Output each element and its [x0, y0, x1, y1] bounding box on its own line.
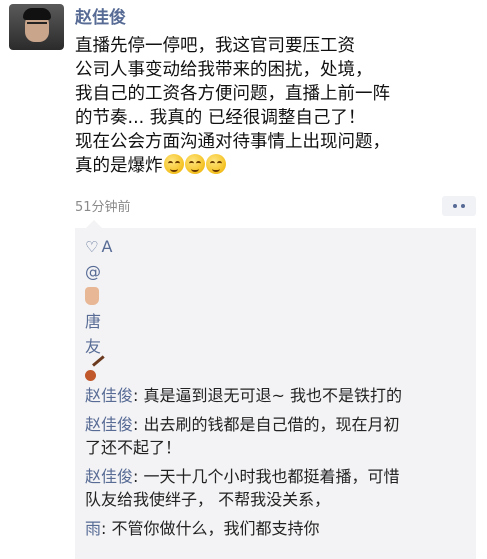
comment-separator: :	[133, 415, 144, 434]
post-line: 公司人事变动给我带来的困扰，处境，	[75, 60, 373, 80]
comment-text: 一天十几个小时我也都挺着播，可惜	[143, 467, 400, 486]
commenter-name[interactable]: 赵佳俊	[85, 467, 133, 486]
comment-item[interactable]: 雨: 不管你做什么，我们都支持你	[85, 517, 470, 540]
heart-outline-icon: ♡	[85, 238, 99, 256]
comment-box-pointer	[86, 220, 102, 228]
post-timestamp: 51分钟前	[75, 200, 131, 215]
post-line-text: 真的是爆炸	[75, 156, 163, 176]
author-name[interactable]: 赵佳俊	[75, 3, 126, 28]
comment-line: 赵佳俊: 出去刷的钱都是自己借的，现在月初	[85, 413, 470, 436]
avatar-glasses	[27, 22, 47, 29]
comment-line: 赵佳俊: 一天十几个小时我也都挺着播，可惜	[85, 465, 470, 488]
liker-name[interactable]: 友	[85, 337, 101, 356]
comment-list: 赵佳俊: 真是逼到退无可退~ 我也不是铁打的 赵佳俊: 出去刷的钱都是自己借的，…	[85, 384, 470, 546]
commenter-name[interactable]: 雨	[85, 519, 101, 538]
comment-separator: :	[133, 467, 144, 486]
comment-text: 不管你做什么，我们都支持你	[111, 519, 320, 538]
like-entry[interactable]: 唐	[85, 309, 112, 334]
grin-sweat-emoji-icon	[205, 154, 226, 174]
comment-item[interactable]: 赵佳俊: 真是逼到退无可退~ 我也不是铁打的	[85, 384, 470, 407]
comments-panel: ♡ A @ 唐 友 赵佳俊: 真是逼到退无可退~ 我也不是铁打的 赵佳俊: 出去刷…	[75, 228, 476, 559]
author-avatar[interactable]	[9, 4, 64, 50]
grin-sweat-emoji-icon	[184, 154, 205, 174]
liker-name[interactable]: 唐	[85, 312, 101, 331]
commenter-name[interactable]: 赵佳俊	[85, 386, 133, 405]
comment-separator: :	[133, 386, 144, 405]
like-entry[interactable]: ♡ A	[85, 234, 112, 259]
guitar-emoji-icon	[85, 355, 107, 381]
post-line: 现在公会方面沟通对待事情上出现问题，	[75, 132, 390, 152]
avatar-hair	[23, 8, 51, 20]
post-line: 的节奏... 我真的 已经很调整自己了！	[75, 108, 366, 128]
like-entry[interactable]	[85, 284, 112, 309]
likes-list: ♡ A @ 唐 友	[85, 234, 112, 384]
comment-line: 赵佳俊: 真是逼到退无可退~ 我也不是铁打的	[85, 384, 470, 407]
comment-separator: :	[101, 519, 112, 538]
pointing-hand-emoji-icon	[85, 287, 99, 305]
like-entry[interactable]: @	[85, 259, 112, 284]
comment-item[interactable]: 赵佳俊: 一天十几个小时我也都挺着播，可惜 队友给我使绊子， 不帮我没关系，	[85, 465, 470, 511]
post-text: 直播先停一停吧，我这官司要压工资 公司人事变动给我带来的困扰，处境， 我自己的工…	[75, 34, 475, 178]
commenter-name[interactable]: 赵佳俊	[85, 415, 133, 434]
comment-line: 了还不起了！	[85, 438, 182, 457]
post-line: 我自己的工资各方便问题，直播上前一阵	[75, 84, 390, 104]
dot-icon	[453, 204, 457, 208]
comment-line: 队友给我使绊子， 不帮我没关系，	[85, 490, 331, 509]
comment-line: 雨: 不管你做什么，我们都支持你	[85, 517, 470, 540]
comment-text: 真是逼到退无可退~ 我也不是铁打的	[143, 386, 403, 405]
post-line-last: 真的是爆炸	[75, 154, 475, 178]
dot-icon	[461, 204, 465, 208]
grin-sweat-emoji-icon	[163, 154, 184, 174]
liker-name[interactable]: @	[85, 262, 101, 281]
comment-item[interactable]: 赵佳俊: 出去刷的钱都是自己借的，现在月初 了还不起了！	[85, 413, 470, 459]
comment-text: 出去刷的钱都是自己借的，现在月初	[143, 415, 400, 434]
post-line: 直播先停一停吧，我这官司要压工资	[75, 36, 355, 56]
like-entry[interactable]	[85, 355, 112, 384]
liker-name[interactable]: A	[101, 237, 112, 256]
like-entry[interactable]: 友	[85, 334, 112, 359]
more-options-button[interactable]	[442, 196, 476, 216]
